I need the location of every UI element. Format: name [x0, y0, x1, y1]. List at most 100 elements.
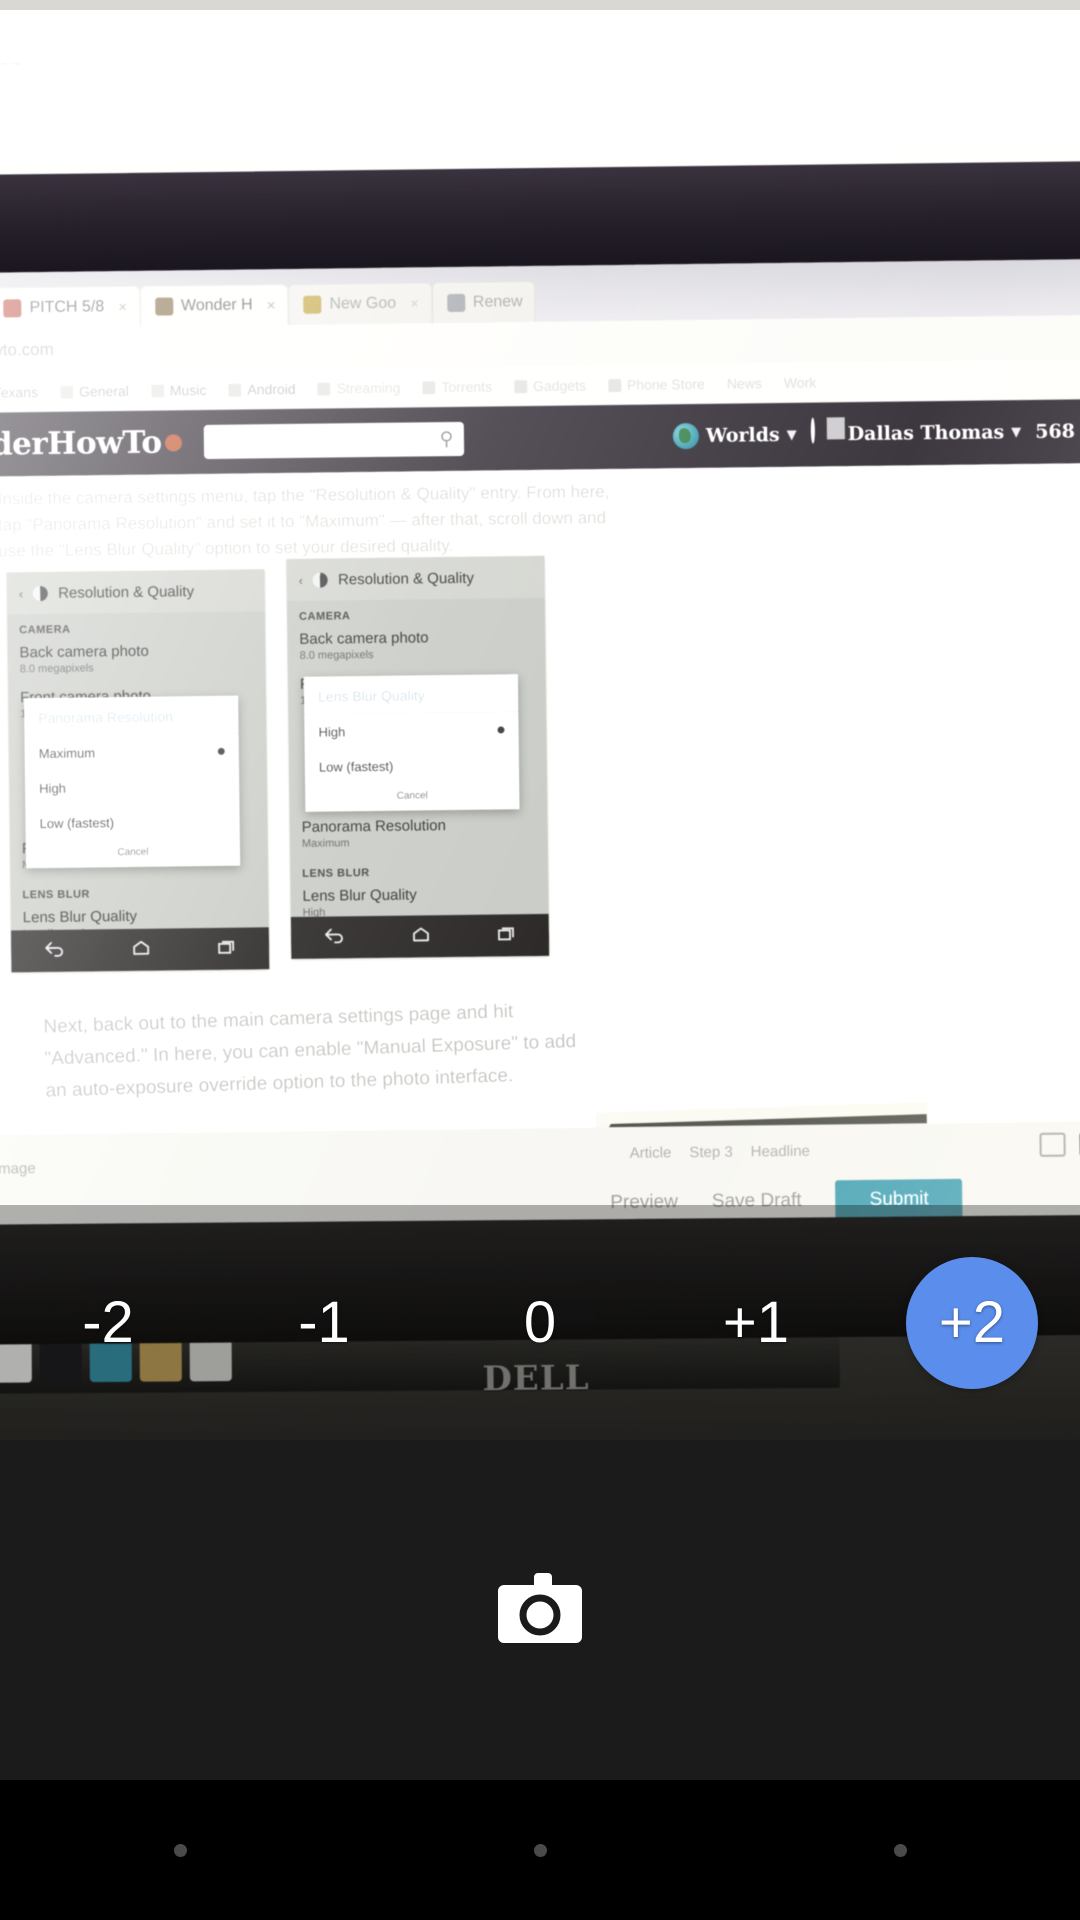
bookmark-item[interactable]: Torrents: [422, 379, 492, 396]
exposure-option--2[interactable]: -2: [0, 1205, 216, 1440]
back-chevron-icon: ‹: [18, 585, 24, 601]
monitor-screen: id × PITCH 5/8 × Wonder H ×: [0, 257, 1080, 1234]
article-paragraph-bottom: Next, back out to the main camera settin…: [43, 1001, 577, 1102]
bookmark-favicon-icon: [59, 385, 74, 399]
dialog-option-label: Low (fastest): [39, 815, 115, 832]
screenshot-section-label: CAMERA: [299, 610, 351, 623]
bookmark-favicon-icon: [607, 378, 622, 392]
status-strip: [0, 0, 1080, 10]
globe-icon: [672, 422, 700, 450]
bookmark-label: Streaming: [336, 379, 401, 397]
android-navigation-bar[interactable]: [0, 1780, 1080, 1920]
tab-close-icon[interactable]: ×: [410, 295, 419, 312]
bookmark-item[interactable]: Phone Store: [607, 376, 705, 393]
radio-selected-icon: [217, 747, 225, 755]
worlds-label: Worlds: [705, 424, 780, 447]
wonderhowto-logo[interactable]: WonderHowTo: [0, 424, 182, 464]
tab-title: Wonder H: [180, 296, 253, 315]
dialog-option: Low (fastest): [305, 747, 519, 785]
site-search-input[interactable]: ⚲: [203, 421, 464, 460]
radio-selected-icon: [497, 726, 505, 734]
bookmark-item[interactable]: News: [727, 375, 762, 391]
dialog-option: Low (fastest): [25, 804, 239, 842]
bookmark-item[interactable]: Gadgets: [513, 377, 587, 395]
user-points: 568: [1035, 420, 1076, 443]
setting-title: Lens Blur Quality: [22, 907, 138, 927]
user-menu[interactable]: Dallas Thomas ▼: [810, 417, 1021, 450]
breadcrumb-item[interactable]: Article: [630, 1144, 672, 1162]
dialog-option: High: [25, 769, 239, 807]
browser-tab[interactable]: PITCH 5/8 ×: [0, 285, 141, 329]
bookmark-item[interactable]: Music: [150, 382, 207, 399]
breadcrumb-item[interactable]: Headline: [751, 1143, 810, 1161]
avatar-image: [810, 417, 815, 444]
tab-title: PITCH 5/8: [29, 298, 105, 317]
bookmark-favicon-icon: [150, 384, 164, 398]
nav-recents-button[interactable]: [893, 1843, 907, 1857]
bookmark-label: Music: [169, 382, 207, 399]
browser-tab[interactable]: Wonder H ×: [139, 283, 289, 327]
camera-settings-icon: [312, 572, 329, 588]
screenshot-section-label: LENS BLUR: [22, 888, 90, 902]
breadcrumb-item[interactable]: Step 3: [689, 1144, 733, 1162]
browser-tab[interactable]: Renew: [431, 280, 536, 324]
screenshot-setting-row: Back camera photo 8.0 megapixels: [287, 622, 546, 670]
screenshot-section-label: LENS BLUR: [302, 867, 370, 880]
tab-title: New Goo: [329, 294, 397, 313]
camera-viewfinder[interactable]: ||| ~~~~ id × PITCH 5/8 ×: [0, 0, 1080, 1440]
android-screenshot: ‹ Resolution & Quality CAMERA Back camer…: [286, 555, 550, 960]
site-header-right: Worlds ▼ Dallas Thomas ▼ 568: [672, 413, 1080, 453]
screenshot-action-bar: ‹ Resolution & Quality: [6, 569, 266, 615]
chevron-down-icon: ▼: [1011, 424, 1022, 440]
bookmark-item[interactable]: Streaming: [317, 379, 401, 397]
tab-favicon-icon: [303, 295, 322, 314]
breadcrumb: Article Step 3 Headline: [630, 1143, 810, 1162]
tab-favicon-icon: [3, 299, 22, 318]
exposure-option--1[interactable]: -1: [216, 1205, 432, 1440]
shutter-button[interactable]: [494, 1571, 586, 1649]
back-icon: [324, 927, 346, 948]
bookmark-item[interactable]: Android: [228, 380, 296, 398]
article-body: Inside the camera settings menu, tap the…: [0, 461, 1080, 1234]
bookmark-label: Gadgets: [532, 377, 587, 395]
tab-favicon-icon: [154, 297, 174, 316]
exposure-compensation-strip[interactable]: -2 -1 0 +1 +2: [0, 1205, 1080, 1440]
bookmark-item[interactable]: Texans: [0, 384, 38, 401]
back-icon: [44, 940, 66, 961]
setting-subtitle: 8.0 megapixels: [299, 648, 374, 662]
paper-faint-text: ~~~~: [0, 54, 22, 74]
home-icon: [411, 926, 431, 947]
camera-controls-bar: [0, 1440, 1080, 1780]
setting-title: Back camera photo: [19, 642, 149, 662]
nav-home-button[interactable]: [533, 1843, 547, 1857]
home-icon: [131, 939, 151, 960]
setting-title: Lens Blur Quality: [302, 886, 417, 905]
exposure-option-+1[interactable]: +1: [648, 1205, 864, 1440]
camera-icon: [498, 1573, 582, 1643]
dialog-option-label: High: [318, 724, 346, 740]
tab-close-icon[interactable]: ×: [118, 298, 127, 315]
camera-app-screen: ||| ~~~~ id × PITCH 5/8 ×: [0, 0, 1080, 1920]
bookmark-item[interactable]: Work: [784, 375, 817, 391]
screenshot-setting-row: Back camera photo 8.0 megapixels: [7, 635, 266, 683]
screenshot-action-bar: ‹ Resolution & Quality: [286, 555, 545, 602]
worlds-menu[interactable]: Worlds ▼: [672, 422, 797, 450]
bookmark-label: Android: [247, 380, 296, 398]
scene-paper-top: ||| ~~~~: [0, 0, 1080, 188]
screenshot-android-navbar: [290, 913, 550, 960]
editor-toolbar-icons: 🔗: [1039, 1131, 1080, 1158]
dialog-option: Maximum: [25, 734, 239, 772]
browser-tab[interactable]: New Goo ×: [288, 282, 433, 325]
setting-subtitle: 8.0 megapixels: [19, 662, 94, 676]
image-icon[interactable]: [1039, 1132, 1066, 1157]
screenshot-section-label: CAMERA: [19, 623, 71, 637]
dialog-option: High: [304, 712, 518, 750]
dialog-option-label: High: [39, 780, 67, 797]
tab-close-icon[interactable]: ×: [267, 297, 276, 314]
exposure-option-+2[interactable]: +2: [864, 1205, 1080, 1440]
tab-favicon-icon: [446, 293, 466, 313]
bookmark-item[interactable]: General: [59, 383, 129, 400]
nav-back-button[interactable]: [173, 1843, 187, 1857]
dialog-cancel-button: Cancel: [117, 846, 149, 859]
exposure-option-0[interactable]: 0: [432, 1205, 648, 1440]
